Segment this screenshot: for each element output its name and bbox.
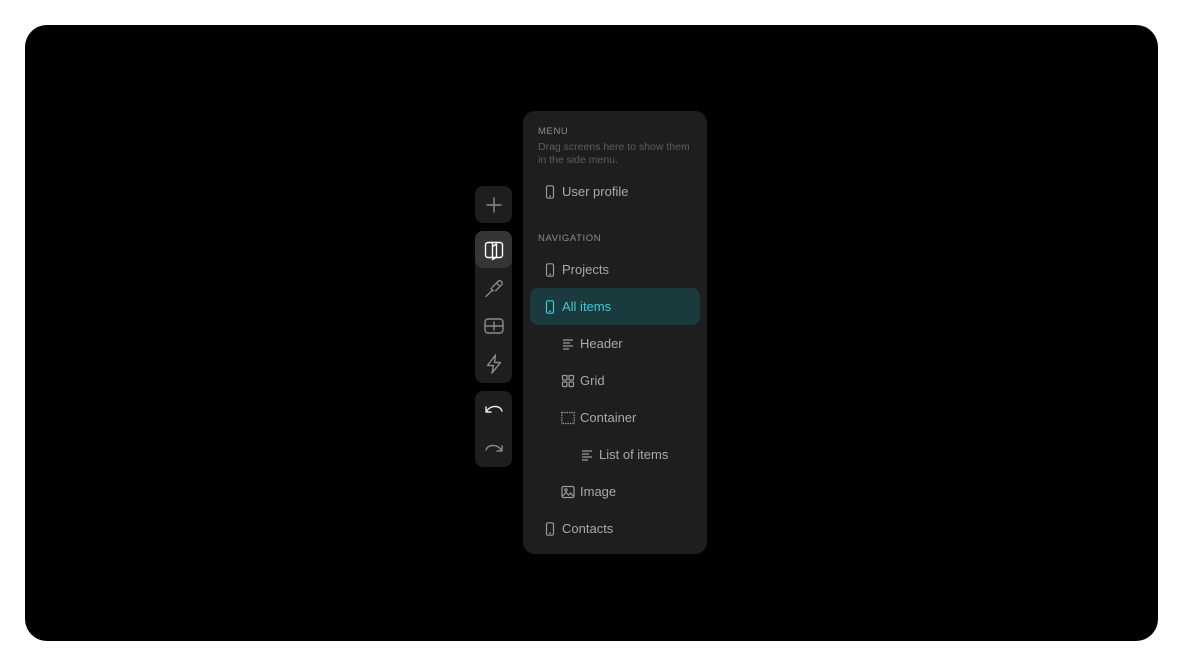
add-button[interactable] (475, 186, 512, 223)
nav-item-header[interactable]: Header (530, 325, 700, 362)
layout-tool-button[interactable] (475, 231, 512, 268)
nav-item-contacts[interactable]: Contacts (530, 510, 700, 547)
nav-item-label: List of items (599, 447, 669, 462)
container-icon (561, 411, 575, 425)
redo-button[interactable] (475, 429, 512, 466)
phone-screen-icon (543, 262, 557, 277)
brush-tool-button[interactable] (475, 269, 512, 306)
plus-icon (485, 196, 502, 213)
nav-item-all-items[interactable]: All items (530, 288, 700, 325)
menu-section-title: MENU (538, 126, 569, 137)
menu-item-label: User profile (562, 184, 629, 199)
navigation-section-title: NAVIGATION (538, 233, 602, 244)
table-tool-button[interactable] (475, 307, 512, 344)
layout-panels-icon (484, 241, 503, 260)
menu-item-user-profile[interactable]: User profile (530, 173, 700, 210)
toolbar-add-group (475, 186, 512, 223)
text-align-icon (580, 448, 594, 462)
text-align-icon (561, 337, 575, 351)
nav-item-grid[interactable]: Grid (530, 362, 700, 399)
lightning-icon (486, 353, 501, 374)
nav-item-container[interactable]: Container (530, 399, 700, 436)
nav-item-label: Image (580, 484, 617, 499)
image-icon (561, 485, 575, 499)
brush-icon (484, 279, 503, 297)
nav-item-projects[interactable]: Projects (530, 251, 700, 288)
phone-screen-icon (543, 299, 557, 314)
nav-item-label: Contacts (562, 521, 614, 536)
nav-item-label: Header (580, 336, 623, 351)
toolbar-tools-group (475, 231, 512, 383)
menu-section-description: Drag screens here to show them in the si… (538, 141, 690, 166)
nav-item-image[interactable]: Image (530, 473, 700, 510)
phone-screen-icon (543, 184, 557, 199)
canvas: MENU Drag screens here to show them in t… (25, 25, 1158, 641)
grid-icon (561, 374, 575, 388)
nav-item-label: Projects (562, 262, 609, 277)
table-icon (483, 317, 504, 334)
nav-item-label: Container (580, 410, 637, 425)
redo-icon (484, 444, 503, 452)
nav-item-list-of-items[interactable]: List of items (530, 436, 700, 473)
undo-icon (484, 405, 503, 413)
nav-item-label: All items (562, 299, 612, 314)
nav-item-label: Grid (580, 373, 605, 388)
undo-button[interactable] (475, 391, 512, 428)
toolbar-history-group (475, 391, 512, 467)
phone-screen-icon (543, 521, 557, 536)
navigation-panel: MENU Drag screens here to show them in t… (523, 111, 707, 554)
lightning-tool-button[interactable] (475, 345, 512, 382)
